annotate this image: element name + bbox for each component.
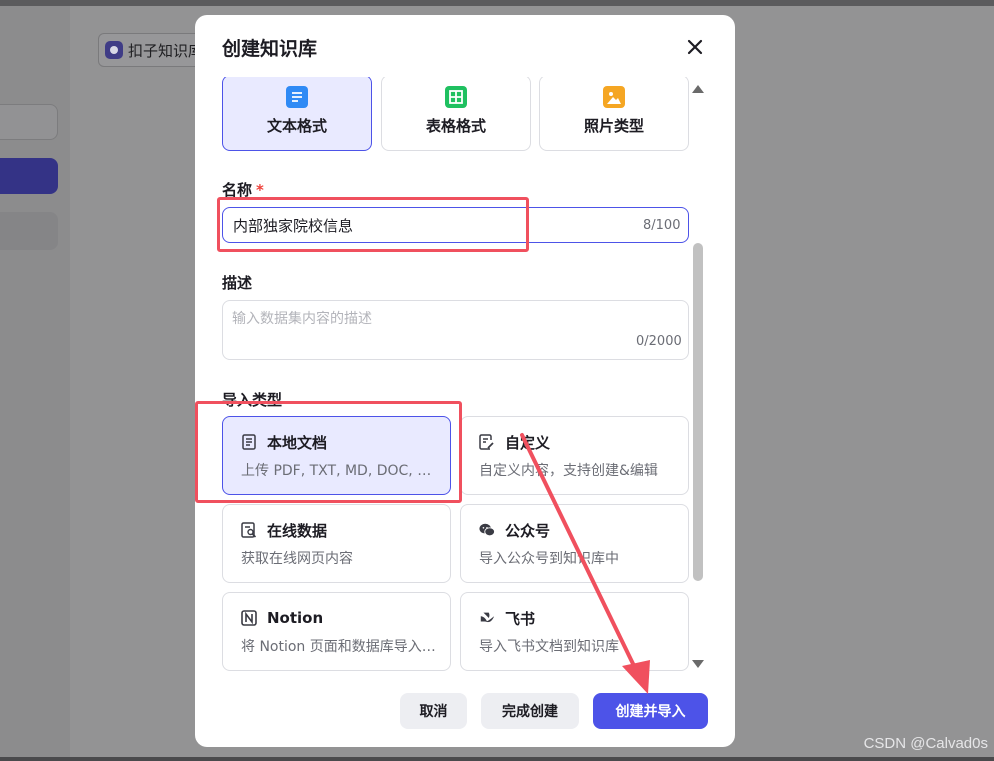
wechat-icon bbox=[479, 522, 495, 538]
online-data-icon bbox=[241, 522, 257, 538]
description-counter: 0/2000 bbox=[636, 334, 682, 349]
import-option-feishu[interactable]: 飞书 导入飞书文档到知识库 bbox=[460, 592, 689, 671]
import-option-title: 自定义 bbox=[505, 433, 551, 452]
notion-icon bbox=[241, 610, 257, 626]
create-knowledge-base-dialog: 创建知识库 文本格式 表格格式 照片类型 名称 * 内部独家院校信息 8/100… bbox=[195, 15, 735, 747]
feishu-icon bbox=[479, 610, 495, 626]
annotation-box-import-type bbox=[195, 401, 462, 503]
format-label-text: 文本格式 bbox=[266, 117, 327, 135]
import-option-desc: 导入飞书文档到知识库 bbox=[479, 639, 619, 655]
finish-create-button[interactable]: 完成创建 bbox=[481, 693, 579, 729]
bot-avatar-icon bbox=[105, 41, 123, 59]
format-label-table: 表格格式 bbox=[425, 117, 486, 135]
background-primary-button bbox=[0, 158, 58, 194]
description-label: 描述 bbox=[222, 274, 253, 292]
create-and-import-button[interactable]: 创建并导入 bbox=[593, 693, 708, 729]
cancel-button[interactable]: 取消 bbox=[400, 693, 467, 729]
dialog-scroll-area[interactable]: 文本格式 表格格式 照片类型 名称* 8/100 描述 bbox=[195, 77, 735, 675]
table-icon bbox=[445, 86, 467, 108]
knowledge-base-chip[interactable]: 扣子知识库 bbox=[98, 33, 208, 67]
format-card-text[interactable]: 文本格式 bbox=[222, 77, 372, 151]
chip-label: 扣子知识库 bbox=[128, 41, 204, 60]
import-option-title: 在线数据 bbox=[267, 521, 328, 540]
background-secondary-button bbox=[0, 212, 58, 250]
bottom-strip bbox=[0, 757, 994, 761]
format-card-image[interactable]: 照片类型 bbox=[539, 77, 689, 151]
scroll-up-arrow-icon[interactable] bbox=[692, 85, 704, 93]
format-label-image: 照片类型 bbox=[583, 117, 644, 135]
import-option-title: Notion bbox=[267, 609, 324, 627]
scroll-down-arrow-icon[interactable] bbox=[692, 660, 704, 668]
import-option-title: 飞书 bbox=[505, 609, 536, 628]
background-input bbox=[0, 104, 58, 140]
import-option-custom[interactable]: 自定义 自定义内容，支持创建&编辑 bbox=[460, 416, 689, 495]
close-button[interactable] bbox=[682, 36, 708, 58]
scrollbar-thumb[interactable] bbox=[693, 243, 703, 581]
import-option-wechat[interactable]: 公众号 导入公众号到知识库中 bbox=[460, 504, 689, 583]
format-card-table[interactable]: 表格格式 bbox=[381, 77, 531, 151]
name-counter: 8/100 bbox=[643, 218, 681, 233]
annotation-box-name bbox=[217, 197, 529, 252]
import-option-notion[interactable]: Notion 将 Notion 页面和数据库导入到知识库中 bbox=[222, 592, 451, 671]
import-option-desc: 自定义内容，支持创建&编辑 bbox=[479, 463, 658, 479]
import-option-desc: 获取在线网页内容 bbox=[241, 551, 353, 567]
import-option-online-data[interactable]: 在线数据 获取在线网页内容 bbox=[222, 504, 451, 583]
import-option-desc: 导入公众号到知识库中 bbox=[479, 551, 619, 567]
import-option-desc: 将 Notion 页面和数据库导入到知识库中 bbox=[241, 639, 436, 655]
close-icon bbox=[687, 39, 703, 55]
import-option-title: 公众号 bbox=[505, 521, 551, 540]
description-input[interactable] bbox=[222, 300, 689, 360]
custom-edit-icon bbox=[479, 434, 495, 450]
dialog-title: 创建知识库 bbox=[222, 38, 318, 60]
text-doc-icon bbox=[286, 86, 308, 108]
watermark: CSDN @Calvad0s bbox=[863, 735, 988, 752]
image-icon bbox=[603, 86, 625, 108]
